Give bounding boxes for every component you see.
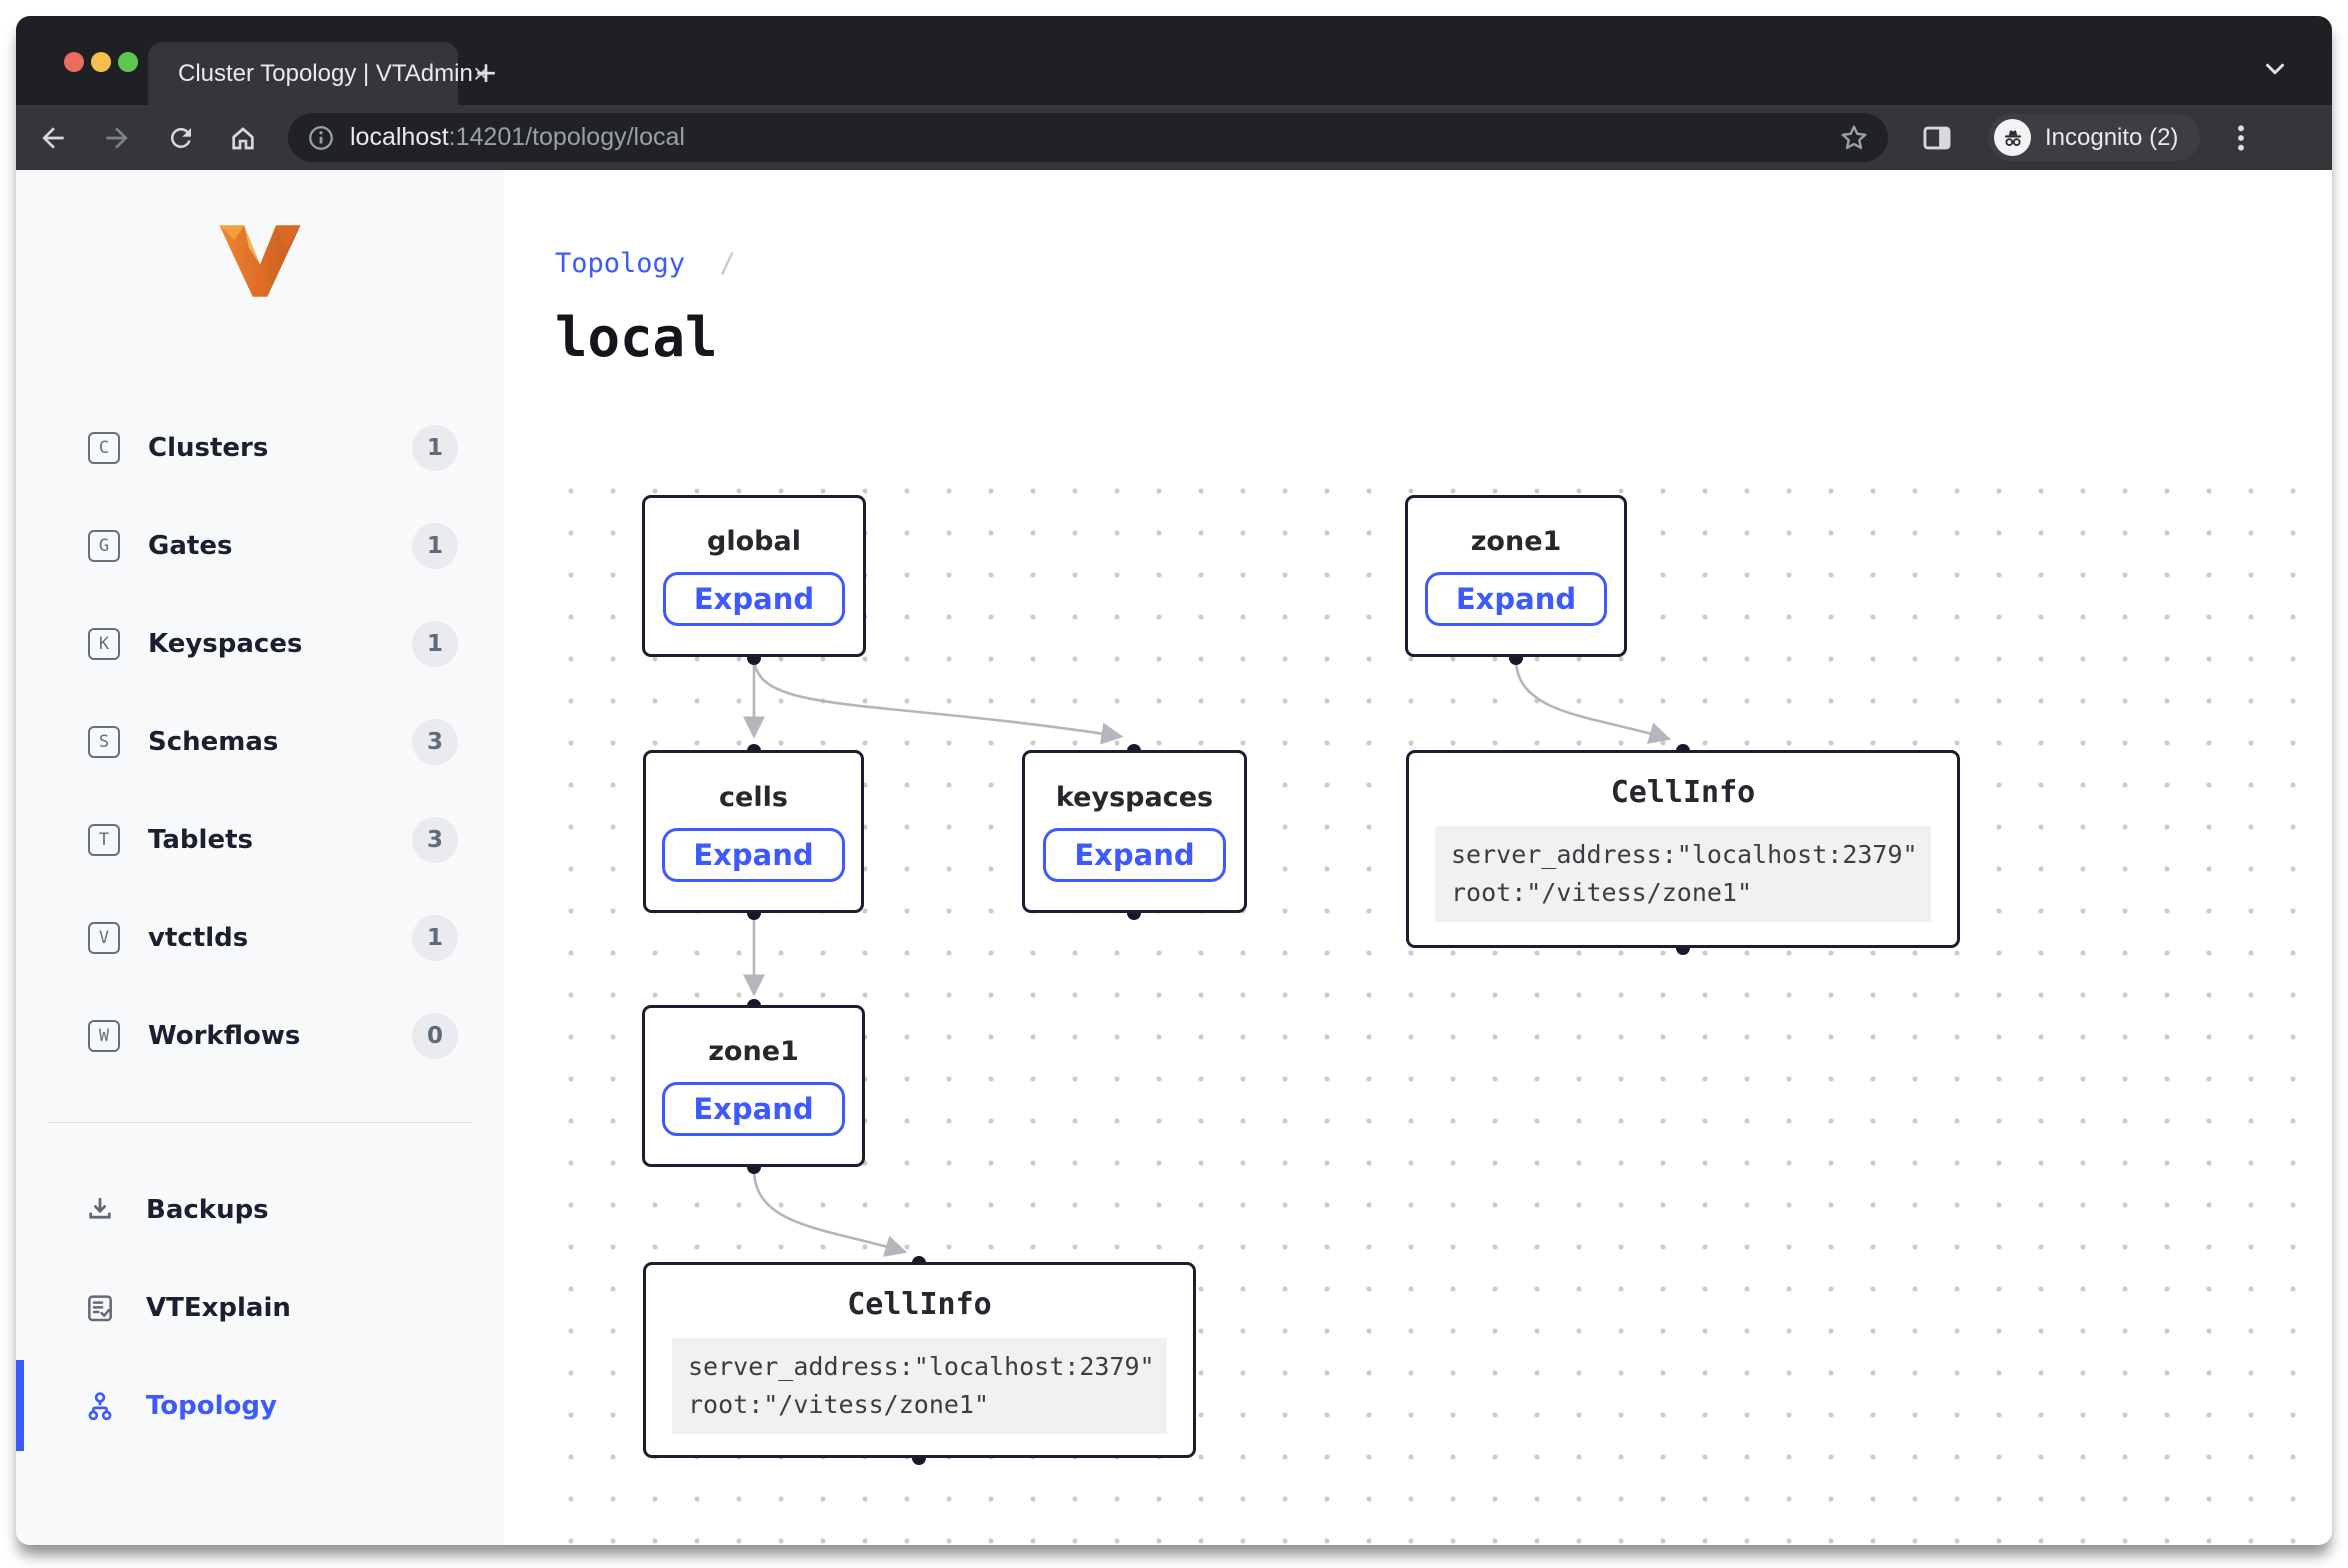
workflows-letter-icon: W <box>88 1020 120 1052</box>
breadcrumb-topology-link[interactable]: Topology <box>555 248 685 279</box>
incognito-label: Incognito (2) <box>2045 124 2178 152</box>
url-path: :14201/topology/local <box>449 123 685 151</box>
reload-button[interactable] <box>158 115 204 161</box>
expand-button-cells[interactable]: Expand <box>662 828 844 882</box>
window-zoom-button[interactable] <box>118 52 138 72</box>
expand-button-zone1-lower[interactable]: Expand <box>662 1082 844 1136</box>
back-button[interactable] <box>30 115 76 161</box>
window-close-button[interactable] <box>64 52 84 72</box>
vitess-logo-icon <box>217 221 303 301</box>
sidebar-nav: C Clusters 1 G Gates 1 K Keyspaces 1 S S… <box>88 418 504 1066</box>
menu-kebab-icon[interactable] <box>2226 121 2256 155</box>
vtctlds-letter-icon: V <box>88 922 120 954</box>
url-bar[interactable]: localhost:14201/topology/local <box>288 113 1888 162</box>
count-badge: 1 <box>412 915 458 961</box>
browser-window: Cluster Topology | VTAdmin × + <box>16 16 2332 1545</box>
forward-button[interactable] <box>94 115 140 161</box>
incognito-badge[interactable]: Incognito (2) <box>1988 114 2200 161</box>
gates-letter-icon: G <box>88 530 120 562</box>
node-zone1-top: zone1 Expand <box>1405 495 1627 657</box>
sidebar-item-tablets[interactable]: T Tablets 3 <box>88 810 504 870</box>
cellinfo-code-block: server_address:"localhost:2379" root:"/v… <box>1435 826 1931 922</box>
count-badge: 1 <box>412 621 458 667</box>
tab-title: Cluster Topology | VTAdmin <box>178 60 473 88</box>
sidebar-item-gates[interactable]: G Gates 1 <box>88 516 504 576</box>
sidebar-item-clusters[interactable]: C Clusters 1 <box>88 418 504 478</box>
count-badge: 3 <box>412 719 458 765</box>
browser-titlebar: Cluster Topology | VTAdmin × + <box>16 16 2332 105</box>
page-info-icon[interactable] <box>306 123 336 153</box>
count-badge: 0 <box>412 1013 458 1059</box>
count-badge: 1 <box>412 425 458 471</box>
page-content: C Clusters 1 G Gates 1 K Keyspaces 1 S S… <box>16 170 2332 1545</box>
schemas-letter-icon: S <box>88 726 120 758</box>
keyspaces-letter-icon: K <box>88 628 120 660</box>
sidebar-divider <box>48 1122 472 1123</box>
node-cellinfo-right: CellInfo server_address:"localhost:2379"… <box>1406 750 1960 948</box>
new-tab-button[interactable]: + <box>468 56 504 92</box>
browser-toolbar: localhost:14201/topology/local <box>16 105 2332 170</box>
sidebar-item-backups[interactable]: Backups <box>84 1180 504 1240</box>
side-panel-icon[interactable] <box>1920 121 1954 155</box>
sidebar-item-vtexplain[interactable]: VTExplain <box>84 1278 504 1338</box>
node-cellinfo-bottom: CellInfo server_address:"localhost:2379"… <box>643 1262 1196 1458</box>
sidebar-item-schemas[interactable]: S Schemas 3 <box>88 712 504 772</box>
clusters-letter-icon: C <box>88 432 120 464</box>
active-nav-indicator <box>16 1360 24 1451</box>
sidebar-item-vtctlds[interactable]: V vtctlds 1 <box>88 908 504 968</box>
count-badge: 3 <box>412 817 458 863</box>
window-minimize-button[interactable] <box>91 52 111 72</box>
tab-search-chevron-icon[interactable] <box>2260 54 2290 84</box>
topology-icon <box>84 1390 116 1422</box>
sidebar-item-keyspaces[interactable]: K Keyspaces 1 <box>88 614 504 674</box>
url-text: localhost:14201/topology/local <box>350 123 685 152</box>
sidebar-item-topology[interactable]: Topology <box>84 1376 504 1436</box>
sidebar: C Clusters 1 G Gates 1 K Keyspaces 1 S S… <box>16 170 504 1545</box>
download-icon <box>84 1194 116 1226</box>
document-check-icon <box>84 1292 116 1324</box>
node-keyspaces: keyspaces Expand <box>1022 750 1247 913</box>
sidebar-links: Backups VTExplain <box>84 1180 504 1436</box>
topology-canvas: Topology / local global Expand zone1 Exp… <box>504 170 2332 1545</box>
count-badge: 1 <box>412 523 458 569</box>
sidebar-item-workflows[interactable]: W Workflows 0 <box>88 1006 504 1066</box>
page-title: local <box>555 306 718 369</box>
node-global: global Expand <box>642 495 866 657</box>
node-cells: cells Expand <box>643 750 864 913</box>
tablets-letter-icon: T <box>88 824 120 856</box>
bookmark-star-icon[interactable] <box>1838 122 1870 154</box>
home-button[interactable] <box>220 115 266 161</box>
expand-button-global[interactable]: Expand <box>663 572 845 626</box>
browser-tab[interactable]: Cluster Topology | VTAdmin × <box>148 42 458 105</box>
breadcrumb: Topology / <box>555 248 736 279</box>
cellinfo-code-block: server_address:"localhost:2379" root:"/v… <box>672 1338 1167 1434</box>
url-host: localhost <box>350 123 449 151</box>
expand-button-keyspaces[interactable]: Expand <box>1043 828 1225 882</box>
incognito-icon <box>1994 119 2031 156</box>
breadcrumb-separator: / <box>719 248 735 279</box>
node-zone1-lower: zone1 Expand <box>642 1005 865 1167</box>
expand-button-zone1-top[interactable]: Expand <box>1425 572 1607 626</box>
